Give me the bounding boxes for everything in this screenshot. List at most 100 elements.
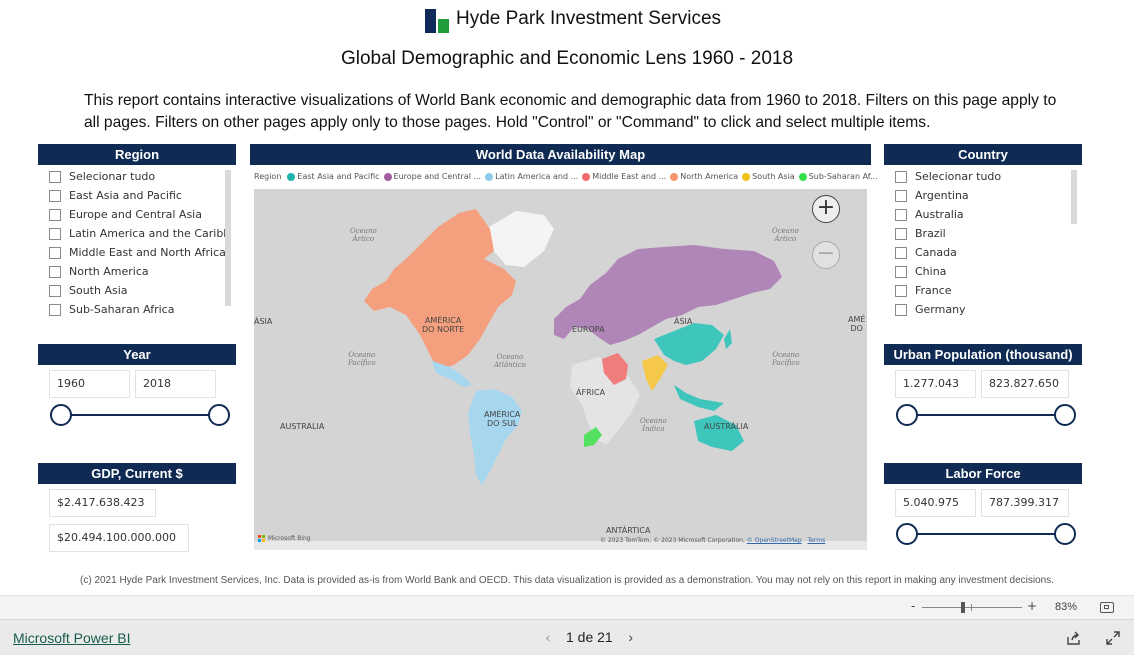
labor-force-title: Labor Force bbox=[884, 463, 1082, 484]
continent-label: ÁSIA bbox=[674, 317, 693, 326]
checkbox[interactable] bbox=[895, 303, 907, 316]
next-page-button[interactable]: › bbox=[613, 629, 649, 645]
checkbox[interactable] bbox=[49, 246, 61, 259]
legend-title: Region bbox=[254, 172, 282, 181]
terms-link[interactable]: Terms bbox=[808, 537, 826, 544]
prev-page-button[interactable]: ‹ bbox=[530, 629, 566, 645]
legend-label[interactable]: Middle East and ... bbox=[592, 172, 666, 181]
checkbox[interactable] bbox=[895, 246, 907, 259]
bing-logo: Microsoft Bing bbox=[258, 535, 311, 542]
zoom-in-button[interactable]: + bbox=[1027, 599, 1037, 613]
region-item-sub-saharan[interactable]: Sub-Saharan Africa bbox=[49, 300, 231, 319]
zoom-out-button[interactable]: - bbox=[911, 599, 915, 613]
checkbox[interactable] bbox=[895, 189, 907, 202]
country-item-australia[interactable]: Australia bbox=[895, 205, 1071, 224]
legend-label[interactable]: South Asia bbox=[752, 172, 795, 181]
page-indicator: 1 de 21 bbox=[566, 629, 613, 645]
urban-slider-track[interactable] bbox=[906, 414, 1066, 416]
world-map[interactable]: Oceano Ártico Oceano Ártico Oceano Pacíf… bbox=[254, 189, 867, 550]
urban-slider-min-handle[interactable] bbox=[896, 404, 918, 426]
region-slicer-title: Region bbox=[38, 144, 236, 165]
intro-text: This report contains interactive visuali… bbox=[84, 92, 1057, 131]
year-slicer: Year 1960 2018 bbox=[38, 344, 236, 434]
region-item-north-america[interactable]: North America bbox=[49, 262, 231, 281]
checkbox[interactable] bbox=[49, 303, 61, 316]
osm-link[interactable]: © OpenStreetMap bbox=[747, 537, 802, 544]
labor-min-input[interactable]: 5.040.975 bbox=[895, 489, 976, 517]
zoom-slider-track[interactable] bbox=[922, 607, 1022, 608]
checkbox[interactable] bbox=[895, 284, 907, 297]
disclaimer-text: (c) 2021 Hyde Park Investment Services, … bbox=[80, 575, 1054, 586]
checkbox[interactable] bbox=[49, 170, 61, 183]
gdp-max-input[interactable]: $20.494.100.000.000 bbox=[49, 524, 189, 552]
checkbox[interactable] bbox=[49, 227, 61, 240]
country-slicer: Country Selecionar tudo Argentina Austra… bbox=[884, 144, 1082, 320]
ocean-label: Oceano Ártico bbox=[772, 227, 799, 243]
legend-label[interactable]: East Asia and Pacific bbox=[297, 172, 379, 181]
continent-label: AUSTRÁLIA bbox=[704, 422, 749, 431]
country-item-brazil[interactable]: Brazil bbox=[895, 224, 1071, 243]
legend-label[interactable]: Sub-Saharan Af... bbox=[809, 172, 878, 181]
country-item-china[interactable]: China bbox=[895, 262, 1071, 281]
ocean-label: Oceano Pacífico bbox=[348, 351, 376, 367]
gdp-slicer-title: GDP, Current $ bbox=[38, 463, 236, 484]
region-item-europe[interactable]: Europe and Central Asia bbox=[49, 205, 231, 224]
legend-dot-south-asia bbox=[742, 172, 751, 181]
labor-slider-max-handle[interactable] bbox=[1054, 523, 1076, 545]
labor-slider-track[interactable] bbox=[906, 533, 1066, 535]
powerbi-link[interactable]: Microsoft Power BI bbox=[13, 630, 130, 646]
region-item-latin-america[interactable]: Latin America and the Caribb... bbox=[49, 224, 231, 243]
region-scrollbar[interactable] bbox=[225, 170, 231, 306]
gdp-slicer: GDP, Current $ $2.417.638.423 $20.494.10… bbox=[38, 463, 236, 553]
country-item-canada[interactable]: Canada bbox=[895, 243, 1071, 262]
region-item-select-all[interactable]: Selecionar tudo bbox=[49, 167, 231, 186]
fit-to-page-icon[interactable] bbox=[1100, 602, 1114, 613]
region-item-middle-east[interactable]: Middle East and North Africa bbox=[49, 243, 231, 262]
region-item-east-asia[interactable]: East Asia and Pacific bbox=[49, 186, 231, 205]
gdp-min-input[interactable]: $2.417.638.423 bbox=[49, 489, 156, 517]
year-slider-track[interactable] bbox=[60, 414, 220, 416]
checkbox[interactable] bbox=[895, 227, 907, 240]
legend-dot-sub-saharan bbox=[798, 172, 807, 181]
checkbox[interactable] bbox=[49, 265, 61, 278]
checkbox[interactable] bbox=[895, 265, 907, 278]
year-min-input[interactable]: 1960 bbox=[49, 370, 130, 398]
year-slider-min-handle[interactable] bbox=[50, 404, 72, 426]
zoom-slider-thumb[interactable] bbox=[960, 602, 965, 613]
region-slicer: Region Selecionar tudo East Asia and Pac… bbox=[38, 144, 236, 320]
checkbox[interactable] bbox=[49, 208, 61, 221]
legend-label[interactable]: North America bbox=[680, 172, 738, 181]
legend-label[interactable]: Europe and Central ... bbox=[394, 172, 482, 181]
checkbox[interactable] bbox=[895, 170, 907, 183]
country-list: Selecionar tudo Argentina Australia Braz… bbox=[895, 167, 1071, 319]
legend-dot-middle-east bbox=[582, 172, 591, 181]
country-item-argentina[interactable]: Argentina bbox=[895, 186, 1071, 205]
country-scrollbar[interactable] bbox=[1071, 170, 1077, 224]
urban-min-input[interactable]: 1.277.043 bbox=[895, 370, 976, 398]
country-item-select-all[interactable]: Selecionar tudo bbox=[895, 167, 1071, 186]
continent-label: EUROPA bbox=[572, 325, 605, 334]
company-name: Hyde Park Investment Services bbox=[456, 8, 722, 29]
ocean-label: Oceano Pacífico bbox=[772, 351, 800, 367]
fullscreen-icon[interactable] bbox=[1105, 630, 1121, 646]
labor-max-input[interactable]: 787.399.317 bbox=[981, 489, 1069, 517]
region-item-south-asia[interactable]: South Asia bbox=[49, 281, 231, 300]
continent-label: AUSTRALIA bbox=[280, 422, 325, 431]
legend-label[interactable]: Latin America and ... bbox=[495, 172, 578, 181]
urban-max-input[interactable]: 823.827.650 bbox=[981, 370, 1069, 398]
year-slider-max-handle[interactable] bbox=[208, 404, 230, 426]
checkbox[interactable] bbox=[49, 284, 61, 297]
map-zoom-in-button[interactable]: + bbox=[812, 195, 840, 223]
map-zoom-out-button[interactable]: − bbox=[812, 241, 840, 269]
company-logo bbox=[425, 9, 449, 33]
country-item-germany[interactable]: Germany bbox=[895, 300, 1071, 319]
labor-slider-min-handle[interactable] bbox=[896, 523, 918, 545]
urban-population-slicer: Urban Population (thousand) 1.277.043 82… bbox=[884, 344, 1082, 434]
share-icon[interactable] bbox=[1066, 630, 1082, 646]
year-max-input[interactable]: 2018 bbox=[135, 370, 216, 398]
checkbox[interactable] bbox=[49, 189, 61, 202]
urban-slider-max-handle[interactable] bbox=[1054, 404, 1076, 426]
continent-label: AMÉ DO bbox=[848, 315, 866, 333]
country-item-france[interactable]: France bbox=[895, 281, 1071, 300]
checkbox[interactable] bbox=[895, 208, 907, 221]
